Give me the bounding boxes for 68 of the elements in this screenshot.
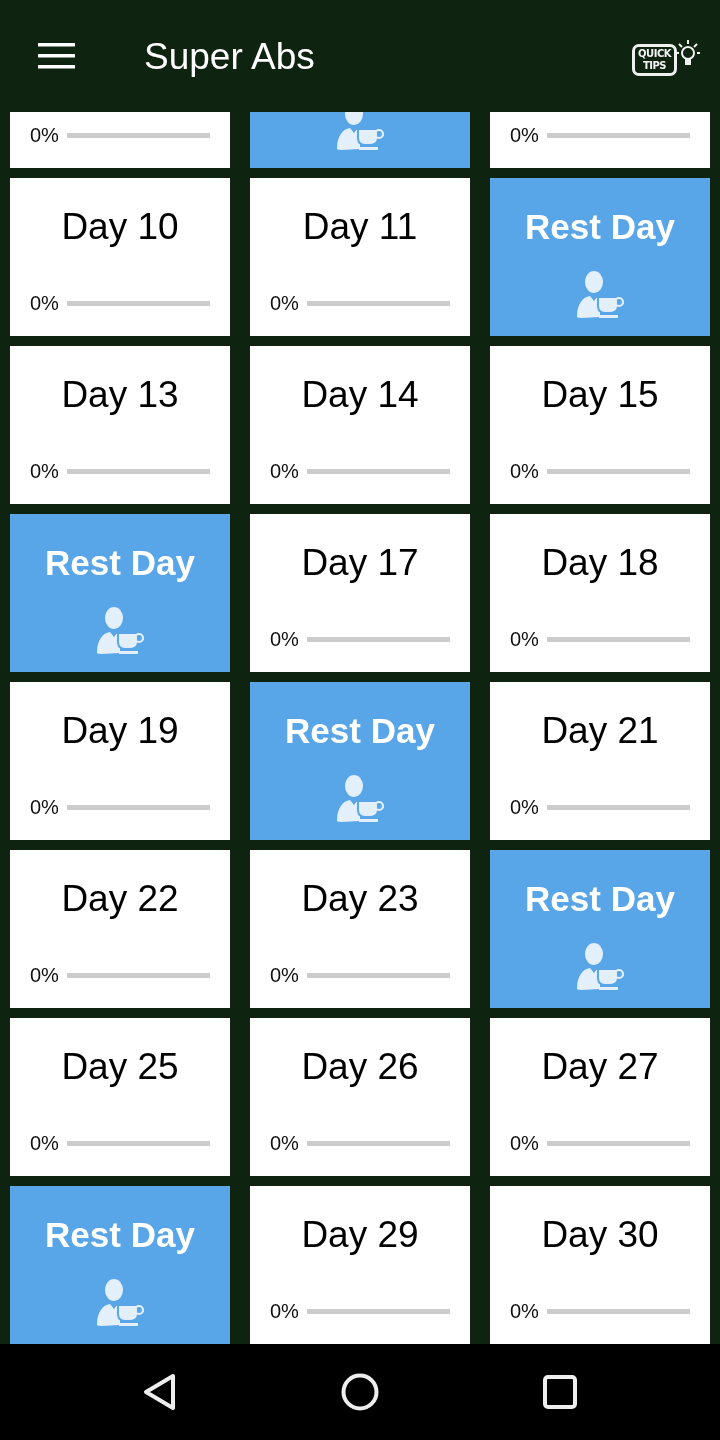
progress-label: 0%: [510, 795, 539, 819]
day-title: Day 21: [541, 709, 659, 753]
person-with-cup-icon: [335, 774, 385, 824]
day-card[interactable]: 0%: [10, 112, 230, 168]
progress-label: 0%: [510, 1299, 539, 1323]
progress-label: 0%: [270, 291, 299, 315]
progress-label: 0%: [510, 1131, 539, 1155]
day-title: Day 19: [61, 709, 179, 753]
day-card[interactable]: Day 27 0%: [490, 1018, 710, 1176]
day-title: Day 17: [301, 541, 419, 585]
day-title: Rest Day: [285, 710, 435, 752]
day-title: Rest Day: [525, 878, 675, 920]
progress-label: 0%: [270, 963, 299, 987]
person-with-cup-icon: [95, 606, 145, 656]
day-card[interactable]: Day 17 0%: [250, 514, 470, 672]
day-title: Day 18: [541, 541, 659, 585]
day-card[interactable]: Day 10 0%: [10, 178, 230, 336]
recents-square-icon: [543, 1375, 577, 1409]
day-title: Day 27: [541, 1045, 659, 1089]
person-with-cup-icon: [95, 1278, 145, 1328]
day-title: Day 23: [301, 877, 419, 921]
day-card[interactable]: Day 15 0%: [490, 346, 710, 504]
day-card[interactable]: Day 29 0%: [250, 1186, 470, 1344]
day-card[interactable]: Day 13 0%: [10, 346, 230, 504]
menu-icon[interactable]: [36, 42, 76, 70]
home-circle-icon: [341, 1373, 379, 1411]
day-card[interactable]: Day 19 0%: [10, 682, 230, 840]
day-card[interactable]: Day 18 0%: [490, 514, 710, 672]
app-title: Super Abs: [144, 35, 315, 79]
progress-label: 0%: [270, 627, 299, 651]
day-card[interactable]: Day 14 0%: [250, 346, 470, 504]
progress-label: 0%: [30, 123, 59, 147]
day-title: Day 10: [61, 205, 179, 249]
day-title: Rest Day: [45, 542, 195, 584]
progress-label: 0%: [510, 627, 539, 651]
day-title: Day 15: [541, 373, 659, 417]
progress-label: 0%: [30, 795, 59, 819]
day-title: Day 22: [61, 877, 179, 921]
person-with-cup-icon: [335, 112, 385, 152]
day-title: Rest Day: [45, 1214, 195, 1256]
progress-label: 0%: [510, 123, 539, 147]
back-triangle-icon: [143, 1373, 177, 1411]
progress-label: 0%: [30, 1131, 59, 1155]
day-title: Day 13: [61, 373, 179, 417]
person-with-cup-icon: [575, 942, 625, 992]
progress-label: 0%: [270, 459, 299, 483]
day-card[interactable]: Day 23 0%: [250, 850, 470, 1008]
day-title: Day 14: [301, 373, 419, 417]
day-title: Day 29: [301, 1213, 419, 1257]
progress-label: 0%: [30, 459, 59, 483]
day-card[interactable]: Day 21 0%: [490, 682, 710, 840]
day-card[interactable]: Day 25 0%: [10, 1018, 230, 1176]
progress-label: 0%: [270, 1299, 299, 1323]
person-with-cup-icon: [575, 270, 625, 320]
day-title: Day 25: [61, 1045, 179, 1089]
progress-label: 0%: [30, 963, 59, 987]
progress-label: 0%: [510, 459, 539, 483]
day-card[interactable]: 0%: [490, 112, 710, 168]
progress-label: 0%: [30, 291, 59, 315]
progress-label: 0%: [270, 1131, 299, 1155]
day-card[interactable]: Day 26 0%: [250, 1018, 470, 1176]
day-title: Rest Day: [525, 206, 675, 248]
day-card[interactable]: Day 11 0%: [250, 178, 470, 336]
day-title: Day 30: [541, 1213, 659, 1257]
day-title: Day 26: [301, 1045, 419, 1089]
day-title: Day 11: [302, 205, 418, 249]
day-card[interactable]: Day 30 0%: [490, 1186, 710, 1344]
day-card[interactable]: Day 22 0%: [10, 850, 230, 1008]
